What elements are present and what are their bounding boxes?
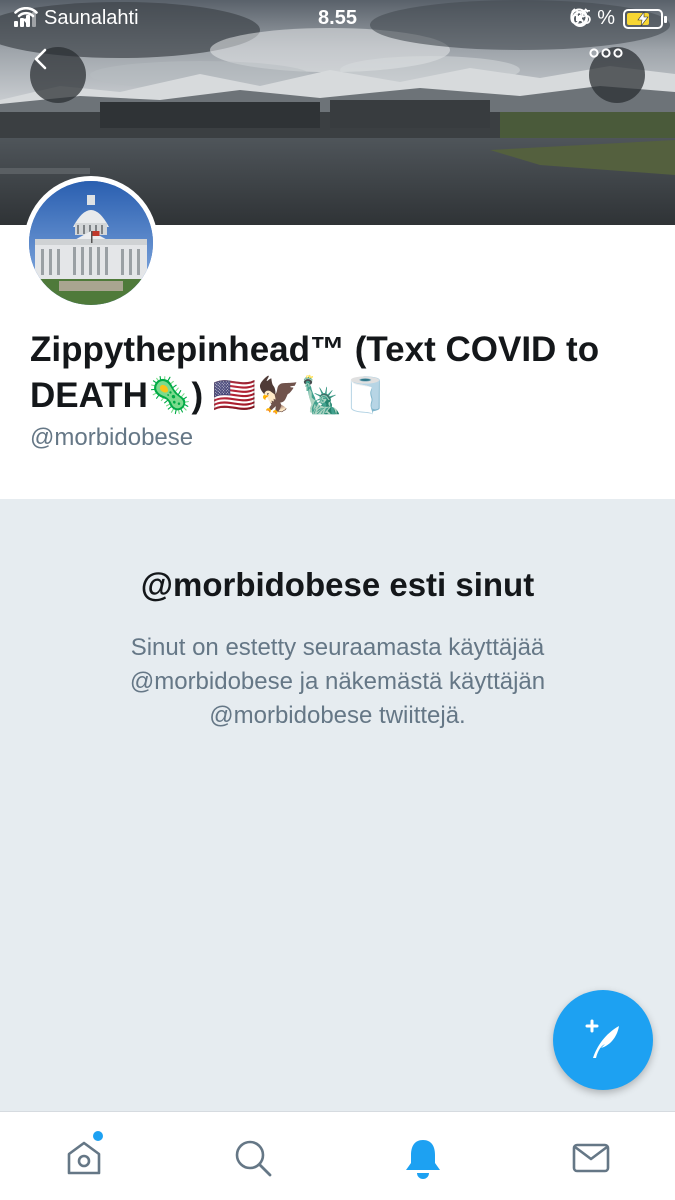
bell-icon <box>406 1140 440 1179</box>
tab-home[interactable] <box>62 1136 106 1180</box>
alarm-icon <box>571 8 590 27</box>
home-icon <box>67 1141 101 1175</box>
compose-tweet-icon <box>585 1019 619 1058</box>
more-horizontal-icon <box>589 48 623 58</box>
tab-notifications[interactable] <box>401 1136 445 1180</box>
blocked-title: @morbidobese esti sinut <box>140 566 535 603</box>
home-notification-dot <box>93 1131 103 1141</box>
mail-icon <box>572 1143 610 1173</box>
profile-avatar[interactable] <box>24 176 158 310</box>
chevron-left-icon <box>34 48 47 70</box>
profile-display-name: Zippythepinhead™ (Text COVID to DEATH🦠) … <box>30 330 600 415</box>
blocked-message: Sinut on estetty seuraamasta käyttäjää @… <box>129 634 546 729</box>
search-icon <box>235 1140 272 1177</box>
profile-handle: @morbidobese <box>30 424 194 451</box>
status-bar: Saunalahti 8.55 65 % <box>0 0 675 36</box>
compose-tweet-button[interactable] <box>553 990 653 1090</box>
tab-messages[interactable] <box>569 1136 613 1180</box>
bottom-tab-bar <box>0 1111 675 1200</box>
back-button[interactable] <box>30 47 86 103</box>
avatar-capitol-building-image <box>29 181 153 305</box>
tab-search[interactable] <box>231 1136 275 1180</box>
battery-icon <box>623 8 667 29</box>
more-options-button[interactable] <box>589 47 645 103</box>
